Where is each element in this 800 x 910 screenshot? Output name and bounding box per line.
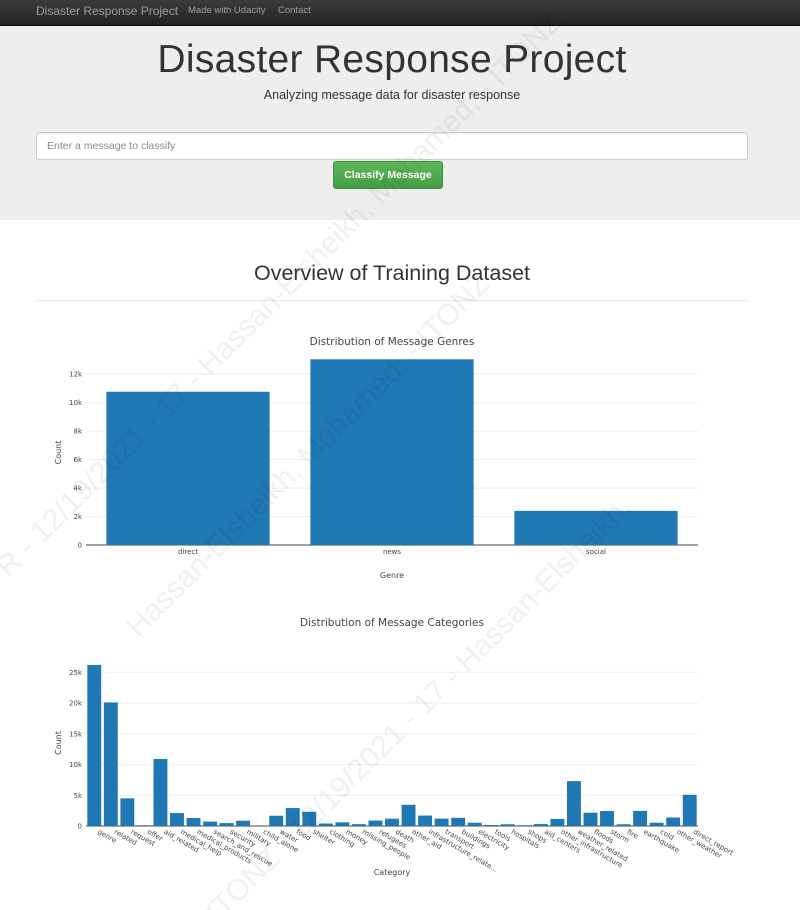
header-jumbotron: Disaster Response Project Analyzing mess… xyxy=(0,26,800,220)
navbar-brand-link[interactable]: Disaster Response Project xyxy=(36,0,178,22)
y-tick-label: 2k xyxy=(73,513,82,521)
y-axis-label: Count xyxy=(54,441,63,465)
bar-shelter xyxy=(302,811,317,826)
bar-shops xyxy=(517,825,532,826)
chart-title: Distribution of Message Categories xyxy=(300,617,484,629)
y-tick-label: 10k xyxy=(69,399,83,407)
bar-food xyxy=(285,808,300,826)
y-tick-label: 8k xyxy=(73,428,82,436)
bar-social xyxy=(514,510,678,545)
bar-news xyxy=(310,359,474,545)
bar-security xyxy=(219,823,234,826)
bar-other_weather xyxy=(666,817,681,826)
bar-transport xyxy=(434,818,449,826)
bar-missing_people xyxy=(351,824,366,826)
bar-electricity xyxy=(467,822,482,826)
bar-medical_products xyxy=(186,818,201,826)
bar-fire xyxy=(616,824,631,826)
bar-clothing xyxy=(318,823,333,826)
bar-death xyxy=(385,818,399,826)
bar-genre xyxy=(87,664,102,826)
bar-infrastructure_related xyxy=(418,815,433,826)
bar-aid_centers xyxy=(533,824,548,826)
y-tick-label: 20k xyxy=(69,700,83,708)
bar-direct xyxy=(106,391,270,545)
bar-aid_related xyxy=(153,758,168,826)
nav-link-udacity[interactable]: Made with Udacity xyxy=(188,0,266,22)
page-subtitle: Analyzing message data for disaster resp… xyxy=(263,88,521,102)
x-axis-label: Genre xyxy=(380,571,404,580)
y-tick-label: 0 xyxy=(78,823,82,831)
bar-buildings xyxy=(451,817,466,826)
y-tick-label: 4k xyxy=(73,485,82,493)
navbar: Disaster Response Project Made with Udac… xyxy=(0,0,800,26)
y-tick-label: 25k xyxy=(69,669,83,677)
bar-earthquake xyxy=(633,810,648,826)
x-tick-label: news xyxy=(383,548,401,556)
bar-cold xyxy=(649,822,664,826)
y-tick-label: 5k xyxy=(73,792,82,800)
bar-floods xyxy=(583,812,598,826)
chart-title: Distribution of Message Genres xyxy=(310,336,475,348)
bar-water xyxy=(269,815,284,826)
bar-storm xyxy=(600,810,614,826)
y-tick-label: 10k xyxy=(69,761,83,769)
bar-military xyxy=(236,820,251,826)
bar-medical_help xyxy=(170,813,184,826)
bar-refugees xyxy=(368,820,383,826)
x-tick-label: direct xyxy=(178,548,198,556)
classify-message-button[interactable]: Classify Message xyxy=(333,161,443,189)
bar-money xyxy=(335,822,350,826)
y-tick-label: 15k xyxy=(69,730,83,738)
x-axis-label: Category xyxy=(374,868,411,877)
y-tick-label: 6k xyxy=(73,456,82,464)
bar-other_aid xyxy=(401,804,416,826)
nav-link-contact[interactable]: Contact xyxy=(278,0,311,22)
bar-tools xyxy=(484,825,499,826)
bar-search_and_rescue xyxy=(203,821,218,826)
message-input[interactable] xyxy=(36,132,748,160)
bar-related xyxy=(103,702,118,826)
bar-hospitals xyxy=(500,824,515,826)
bar-direct_report xyxy=(682,794,697,826)
bar-offer xyxy=(136,825,151,826)
y-tick-label: 0 xyxy=(78,542,82,550)
y-axis-label: Count xyxy=(54,731,63,755)
x-tick-label: social xyxy=(586,548,606,556)
bar-request xyxy=(120,798,135,826)
category-chart: Distribution of Message Categories 0 5k 10k… xyxy=(54,617,735,877)
overview-title: Overview of Training Dataset xyxy=(253,261,531,285)
overview-divider xyxy=(36,300,748,301)
genre-chart: Distribution of Message Genres 0 2k 4k 6k 8k 1… xyxy=(54,336,698,580)
bar-other_infrastructure xyxy=(550,818,565,826)
bar-weather_related xyxy=(566,781,581,826)
y-tick-label: 12k xyxy=(69,371,83,379)
page-title: Disaster Response Project xyxy=(157,38,627,81)
